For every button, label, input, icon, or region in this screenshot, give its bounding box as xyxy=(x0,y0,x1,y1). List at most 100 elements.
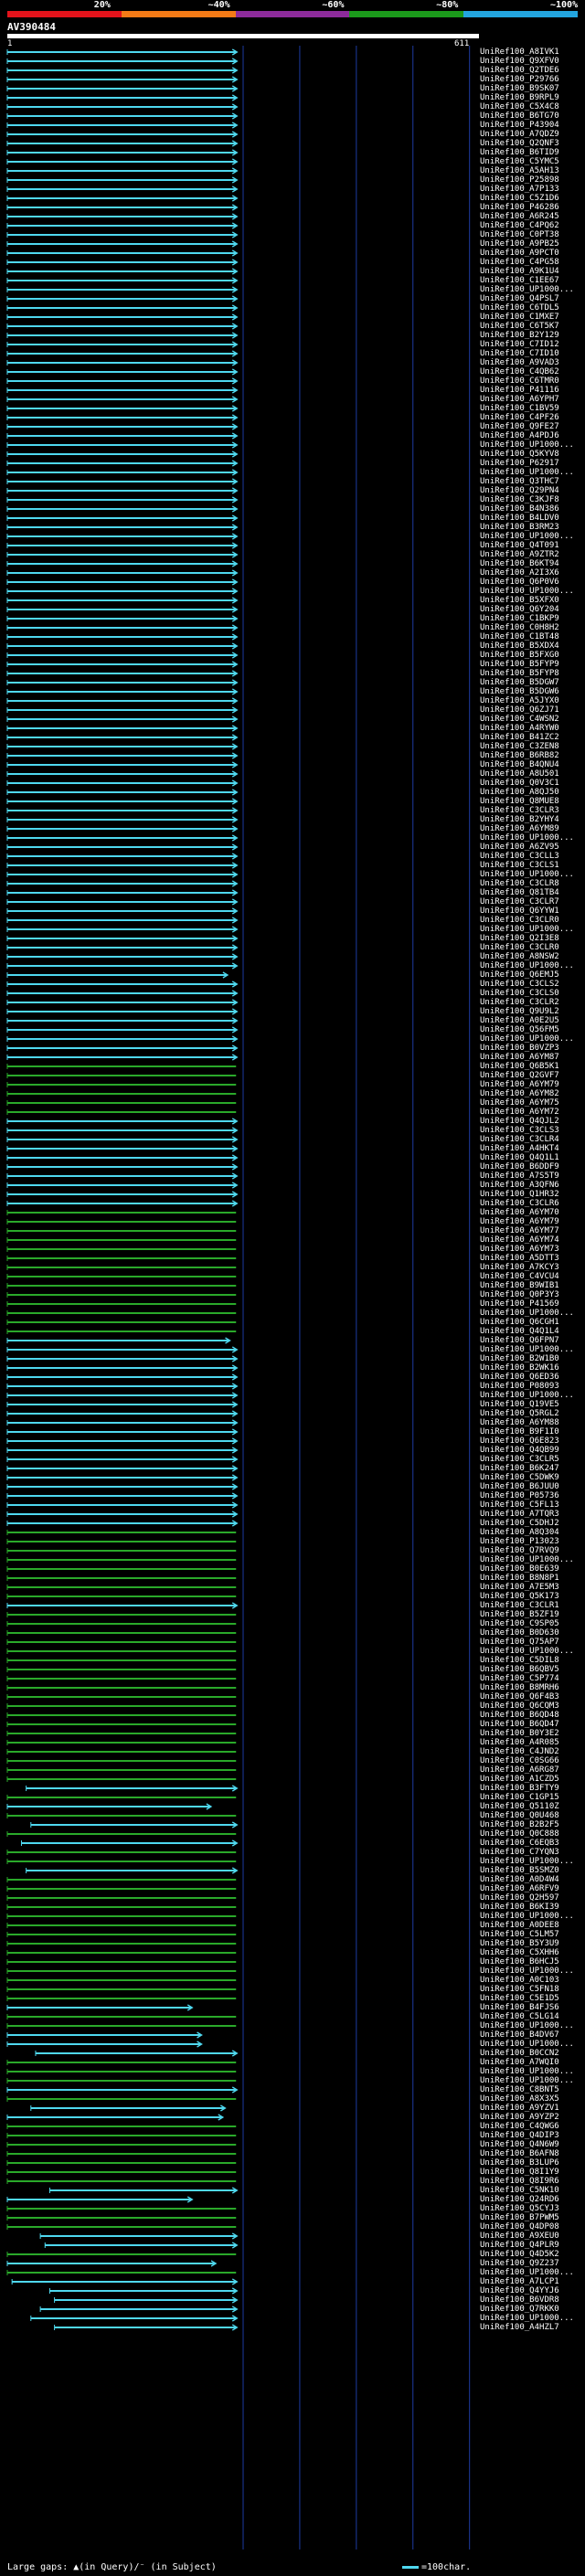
hit-label[interactable]: UniRef100_UP1000... xyxy=(480,834,574,843)
hit-label[interactable]: UniRef100_Q6FPN7 xyxy=(480,1337,559,1345)
hit-label[interactable]: UniRef100_B6QBV5 xyxy=(480,1666,559,1674)
hit-label[interactable]: UniRef100_B6TG70 xyxy=(480,112,559,121)
hit-label[interactable]: UniRef100_C5X4C8 xyxy=(480,103,559,111)
hit-label[interactable]: UniRef100_A6R245 xyxy=(480,213,559,221)
hit-label[interactable]: UniRef100_C5DWK9 xyxy=(480,1474,559,1482)
hit-label[interactable]: UniRef100_C3CLL3 xyxy=(480,853,559,861)
hit-label[interactable]: UniRef100_A6YM87 xyxy=(480,1054,559,1062)
hit-label[interactable]: UniRef100_Q4N6W9 xyxy=(480,2141,559,2149)
hit-label[interactable]: UniRef100_C5YMC5 xyxy=(480,158,559,166)
hit-label[interactable]: UniRef100_A0E2U5 xyxy=(480,1017,559,1025)
hit-label[interactable]: UniRef100_A7TQR3 xyxy=(480,1511,559,1519)
hit-label[interactable]: UniRef100_Q2QNF3 xyxy=(480,140,559,148)
hit-label[interactable]: UniRef100_B9RPL9 xyxy=(480,94,559,102)
hit-label[interactable]: UniRef100_C5P774 xyxy=(480,1675,559,1683)
hit-label[interactable]: UniRef100_A9VAD3 xyxy=(480,359,559,367)
hit-label[interactable]: UniRef100_UP1000... xyxy=(480,2068,574,2076)
hit-label[interactable]: UniRef100_B5FXG0 xyxy=(480,652,559,660)
hit-label[interactable]: UniRef100_UP1000... xyxy=(480,926,574,934)
hit-label[interactable]: UniRef100_A9ZTR2 xyxy=(480,551,559,559)
hit-label[interactable]: UniRef100_UP1000... xyxy=(480,2022,574,2030)
hit-label[interactable]: UniRef100_Q9Z237 xyxy=(480,2260,559,2268)
hit-label[interactable]: UniRef100_A4HZL7 xyxy=(480,2324,559,2332)
hit-label[interactable]: UniRef100_A8IVK1 xyxy=(480,48,559,57)
hit-label[interactable]: UniRef100_UP1000... xyxy=(480,962,574,970)
hit-label[interactable]: UniRef100_C4WSN2 xyxy=(480,716,559,724)
hit-label[interactable]: UniRef100_C4PG58 xyxy=(480,259,559,267)
hit-label[interactable]: UniRef100_B2WK16 xyxy=(480,1364,559,1373)
hit-label[interactable]: UniRef100_UP1000... xyxy=(480,469,574,477)
hit-label[interactable]: UniRef100_Q81TB4 xyxy=(480,889,559,897)
hit-label[interactable]: UniRef100_C3CLS0 xyxy=(480,990,559,998)
hit-label[interactable]: UniRef100_C9SP05 xyxy=(480,1620,559,1628)
hit-label[interactable]: UniRef100_B6TID9 xyxy=(480,149,559,157)
hit-label[interactable]: UniRef100_A7S5T9 xyxy=(480,1172,559,1181)
hit-label[interactable]: UniRef100_C3KJF8 xyxy=(480,496,559,504)
hit-label[interactable]: UniRef100_C0H8H2 xyxy=(480,624,559,632)
hit-label[interactable]: UniRef100_B6AFN8 xyxy=(480,2150,559,2158)
hit-label[interactable]: UniRef100_C3CLS1 xyxy=(480,862,559,870)
hit-label[interactable]: UniRef100_B0D630 xyxy=(480,1629,559,1638)
hit-label[interactable]: UniRef100_UP1000... xyxy=(480,1648,574,1656)
hit-label[interactable]: UniRef100_Q6Y204 xyxy=(480,606,559,614)
hit-label[interactable]: UniRef100_Q0V3C1 xyxy=(480,779,559,788)
hit-label[interactable]: UniRef100_B5XFX0 xyxy=(480,597,559,605)
hit-label[interactable]: UniRef100_B6K247 xyxy=(480,1465,559,1473)
hit-label[interactable]: UniRef100_B2Y129 xyxy=(480,332,559,340)
hit-label[interactable]: UniRef100_A6YM88 xyxy=(480,1419,559,1427)
hit-label[interactable]: UniRef100_B4DV67 xyxy=(480,2031,559,2040)
hit-label[interactable]: UniRef100_C6T5K7 xyxy=(480,323,559,331)
hit-label[interactable]: UniRef100_C5Z1D6 xyxy=(480,195,559,203)
hit-label[interactable]: UniRef100_A8QJ50 xyxy=(480,789,559,797)
hit-label[interactable]: UniRef100_C3CLS2 xyxy=(480,981,559,989)
hit-label[interactable]: UniRef100_UP1000... xyxy=(480,2315,574,2323)
hit-label[interactable]: UniRef100_C3CLR5 xyxy=(480,1456,559,1464)
hit-label[interactable]: UniRef100_Q6ZJ71 xyxy=(480,706,559,715)
hit-label[interactable]: UniRef100_A4RYW0 xyxy=(480,725,559,733)
hit-label[interactable]: UniRef100_A6YM79 xyxy=(480,1218,559,1226)
hit-label[interactable]: UniRef100_B5Y3U9 xyxy=(480,1940,559,1948)
hit-label[interactable]: UniRef100_A6YM74 xyxy=(480,1236,559,1245)
hit-label[interactable]: UniRef100_C7YQN3 xyxy=(480,1849,559,1857)
hit-label[interactable]: UniRef100_B6VDR8 xyxy=(480,2296,559,2305)
hit-label[interactable]: UniRef100_C7ID10 xyxy=(480,350,559,358)
hit-label[interactable]: UniRef100_A6RFV9 xyxy=(480,1885,559,1893)
hit-label[interactable]: UniRef100_C1BT48 xyxy=(480,633,559,641)
hit-label[interactable]: UniRef100_B0VZP3 xyxy=(480,1044,559,1053)
hit-label[interactable]: UniRef100_Q4T091 xyxy=(480,542,559,550)
hit-label[interactable]: UniRef100_Q5CYJ3 xyxy=(480,2205,559,2213)
hit-label[interactable]: UniRef100_A3QFN6 xyxy=(480,1182,559,1190)
hit-label[interactable]: UniRef100_UP1000... xyxy=(480,2077,574,2085)
hit-label[interactable]: UniRef100_B4N386 xyxy=(480,505,559,514)
hit-label[interactable]: UniRef100_C5E1D5 xyxy=(480,1995,559,2003)
hit-label[interactable]: UniRef100_Q29PN4 xyxy=(480,487,559,495)
hit-label[interactable]: UniRef100_Q9XFV0 xyxy=(480,58,559,66)
hit-label[interactable]: UniRef100_C6TMR0 xyxy=(480,377,559,386)
hit-label[interactable]: UniRef100_C5LM57 xyxy=(480,1931,559,1939)
hit-label[interactable]: UniRef100_A9PCT0 xyxy=(480,249,559,258)
hit-label[interactable]: UniRef100_P41569 xyxy=(480,1300,559,1309)
hit-label[interactable]: UniRef100_A6YM73 xyxy=(480,1246,559,1254)
hit-label[interactable]: UniRef100_Q6F4B3 xyxy=(480,1693,559,1701)
hit-label[interactable]: UniRef100_Q6EMJ5 xyxy=(480,971,559,980)
hit-label[interactable]: UniRef100_A6YPH7 xyxy=(480,396,559,404)
hit-label[interactable]: UniRef100_UP1000... xyxy=(480,441,574,450)
hit-label[interactable]: UniRef100_Q5RGL2 xyxy=(480,1410,559,1418)
hit-label[interactable]: UniRef100_P41116 xyxy=(480,387,559,395)
hit-label[interactable]: UniRef100_A8U501 xyxy=(480,770,559,779)
hit-label[interactable]: UniRef100_Q0U468 xyxy=(480,1812,559,1820)
hit-label[interactable]: UniRef100_A7E5M3 xyxy=(480,1584,559,1592)
hit-label[interactable]: UniRef100_P43904 xyxy=(480,122,559,130)
hit-label[interactable]: UniRef100_Q0C888 xyxy=(480,1830,559,1839)
hit-label[interactable]: UniRef100_P13023 xyxy=(480,1538,559,1546)
hit-label[interactable]: UniRef100_A8NSW2 xyxy=(480,953,559,961)
hit-label[interactable]: UniRef100_P05736 xyxy=(480,1492,559,1500)
hit-label[interactable]: UniRef100_B41ZC2 xyxy=(480,734,559,742)
hit-label[interactable]: UniRef100_C5FN18 xyxy=(480,1986,559,1994)
hit-label[interactable]: UniRef100_C3CLR0 xyxy=(480,944,559,952)
hit-label[interactable]: UniRef100_UP1000... xyxy=(480,1035,574,1044)
hit-label[interactable]: UniRef100_A6YM89 xyxy=(480,825,559,833)
hit-label[interactable]: UniRef100_UP1000... xyxy=(480,588,574,596)
hit-label[interactable]: UniRef100_C5LG14 xyxy=(480,2013,559,2021)
hit-label[interactable]: UniRef100_C4VCU4 xyxy=(480,1273,559,1281)
